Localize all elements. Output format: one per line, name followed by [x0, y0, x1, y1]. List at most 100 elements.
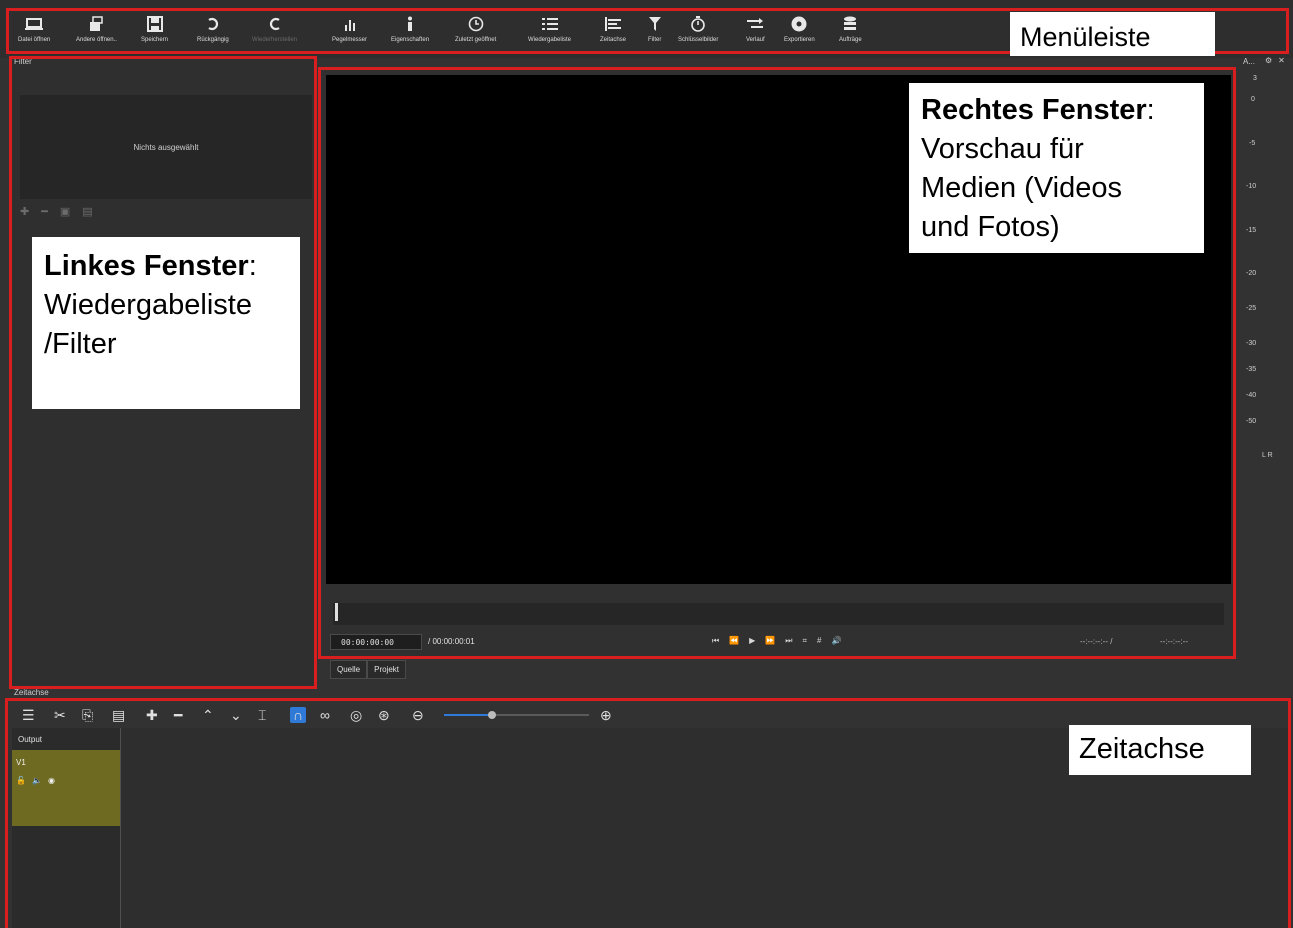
undo-button[interactable]: Rückgängig [197, 14, 229, 50]
paste-filter-icon[interactable]: ▤ [82, 205, 92, 218]
meter-scale-label: -50 [1246, 418, 1257, 425]
meter-scale-label: -15 [1246, 227, 1257, 234]
remove-filter-icon[interactable]: ━ [41, 205, 48, 218]
redo-label: Wiederherstellen [252, 37, 298, 43]
paste-icon[interactable]: ▤ [112, 707, 125, 723]
volume-icon[interactable]: 🔊 [831, 636, 841, 646]
timeline-icon [605, 14, 621, 34]
timeline-label: Zeitachse [600, 37, 627, 43]
zoom-icon[interactable]: ⌗ [803, 636, 808, 646]
fast-forward-icon[interactable]: ⏩ [765, 636, 775, 646]
properties-button[interactable]: Eigenschaften [391, 14, 429, 50]
open-other-button[interactable]: Andere öffnen.. [76, 14, 117, 50]
mute-icon[interactable]: 🔈 [32, 776, 42, 785]
jobs-label: Aufträge [839, 37, 862, 43]
float-icon[interactable]: ⚙ [1265, 56, 1272, 65]
export-button[interactable]: Exportieren [784, 14, 815, 50]
in-point-display: --:--:--:-- / [1080, 637, 1113, 646]
redo-icon [268, 14, 282, 34]
timeline-cursor-line [120, 728, 121, 928]
undo-icon [206, 14, 220, 34]
meter-channel-labels: L R [1262, 452, 1273, 459]
transport-controls: ⏮ ⏪ ▶ ⏩ ⏭ ⌗ # 🔊 [712, 636, 841, 646]
add-icon[interactable]: ✚ [146, 707, 158, 723]
export-icon [791, 14, 807, 34]
recent-label: Zuletzt geöffnet [455, 37, 497, 43]
zoom-out-icon[interactable]: ⊖ [412, 707, 424, 723]
timeline-button[interactable]: Zeitachse [600, 14, 626, 50]
output-label: Output [18, 735, 43, 744]
right-annotation-line: und Fotos) [921, 211, 1060, 243]
v1-track-header[interactable] [12, 750, 120, 826]
jobs-button[interactable]: Aufträge [839, 14, 862, 50]
history-button[interactable]: Verlauf [746, 14, 765, 50]
right-annotation-label: Rechtes Fenster: Vorschau für Medien (Vi… [909, 83, 1204, 253]
scrubber-bar[interactable] [333, 603, 1224, 625]
filter-tools: ✚ ━ ▣ ▤ [20, 205, 93, 218]
meter-scale-label: 0 [1251, 96, 1255, 103]
left-annotation-line: /Filter [44, 328, 117, 360]
timecode-total: / 00:00:00:01 [428, 637, 475, 646]
left-annotation-title: Linkes Fenster [44, 250, 249, 282]
save-button[interactable]: Speichern [141, 14, 168, 50]
meter-scale-label: -5 [1249, 140, 1256, 147]
meter-window-controls: ⚙ ✕ [1265, 56, 1285, 65]
snap-icon[interactable]: ∩ [290, 707, 307, 723]
jobs-icon [843, 14, 857, 34]
open-other-icon [88, 14, 104, 34]
timeline-annotation-label: Zeitachse [1069, 725, 1251, 775]
clock-icon [468, 14, 484, 34]
ripple-all-icon[interactable]: ◎ [350, 707, 362, 723]
export-label: Exportieren [784, 37, 815, 43]
skip-start-icon[interactable]: ⏮ [712, 636, 719, 646]
lock-icon[interactable]: 🔓 [16, 776, 26, 785]
rewind-icon[interactable]: ⏪ [729, 636, 739, 646]
ripple-markers-icon[interactable]: ⊛ [378, 707, 390, 723]
skip-end-icon[interactable]: ⏭ [785, 636, 792, 646]
meter-scale-label: -10 [1246, 183, 1257, 190]
cut-icon[interactable]: ✂ [54, 707, 66, 723]
close-icon[interactable]: ✕ [1278, 56, 1285, 65]
meter-icon [343, 14, 357, 34]
zoom-slider[interactable] [444, 711, 589, 719]
lift-icon[interactable]: ⌃ [202, 707, 214, 723]
out-point-display: --:--:--:-- [1160, 637, 1188, 646]
copy-icon[interactable]: ⎘ [82, 707, 93, 723]
split-icon[interactable]: ⌶ [258, 707, 266, 723]
filter-button[interactable]: Filter [648, 14, 661, 50]
playhead-marker[interactable] [335, 603, 338, 621]
recent-button[interactable]: Zuletzt geöffnet [455, 14, 496, 50]
tab-project[interactable]: Projekt [367, 660, 407, 679]
left-annotation-line: Wiedergabeliste [44, 289, 252, 321]
right-annotation-colon: : [1146, 94, 1155, 126]
left-annotation-colon: : [248, 250, 257, 282]
timecode-field[interactable]: 00:00:00:00 [330, 634, 422, 650]
playlist-button[interactable]: Wiedergabeliste [528, 14, 571, 50]
menu-icon[interactable]: ☰ [22, 707, 35, 723]
tab-source[interactable]: Quelle [330, 660, 368, 679]
menu-annotation-label: Menüleiste [1010, 12, 1215, 56]
redo-button[interactable]: Wiederherstellen [252, 14, 297, 50]
eye-icon[interactable]: ◉ [48, 776, 55, 785]
overwrite-icon[interactable]: ⌄ [230, 707, 242, 723]
zoom-slider-fill [444, 714, 492, 716]
remove-icon[interactable]: ━ [174, 707, 182, 723]
meter-button[interactable]: Pegelmesser [332, 14, 367, 50]
add-filter-icon[interactable]: ✚ [20, 205, 29, 218]
grid-icon[interactable]: # [817, 636, 821, 646]
left-annotation-label: Linkes Fenster: Wiedergabeliste /Filter [32, 237, 300, 409]
play-icon[interactable]: ▶ [749, 636, 755, 646]
filter-icon [648, 14, 661, 34]
v1-label: V1 [16, 758, 26, 767]
open-file-label: Datei öffnen [18, 37, 51, 43]
copy-filter-icon[interactable]: ▣ [60, 205, 70, 218]
filter-list[interactable]: Nichts ausgewählt [20, 95, 312, 199]
right-annotation-line: Medien (Videos [921, 172, 1122, 204]
zoom-slider-handle[interactable] [488, 711, 496, 719]
keyframes-button[interactable]: Schlüsselbilder [678, 14, 718, 50]
ripple-icon[interactable]: ∞ [320, 707, 330, 723]
zoom-in-icon[interactable]: ⊕ [600, 707, 612, 723]
keyframes-label: Schlüsselbilder [678, 37, 719, 43]
right-annotation-title: Rechtes Fenster [921, 94, 1147, 126]
open-file-button[interactable]: Datei öffnen [18, 14, 50, 50]
